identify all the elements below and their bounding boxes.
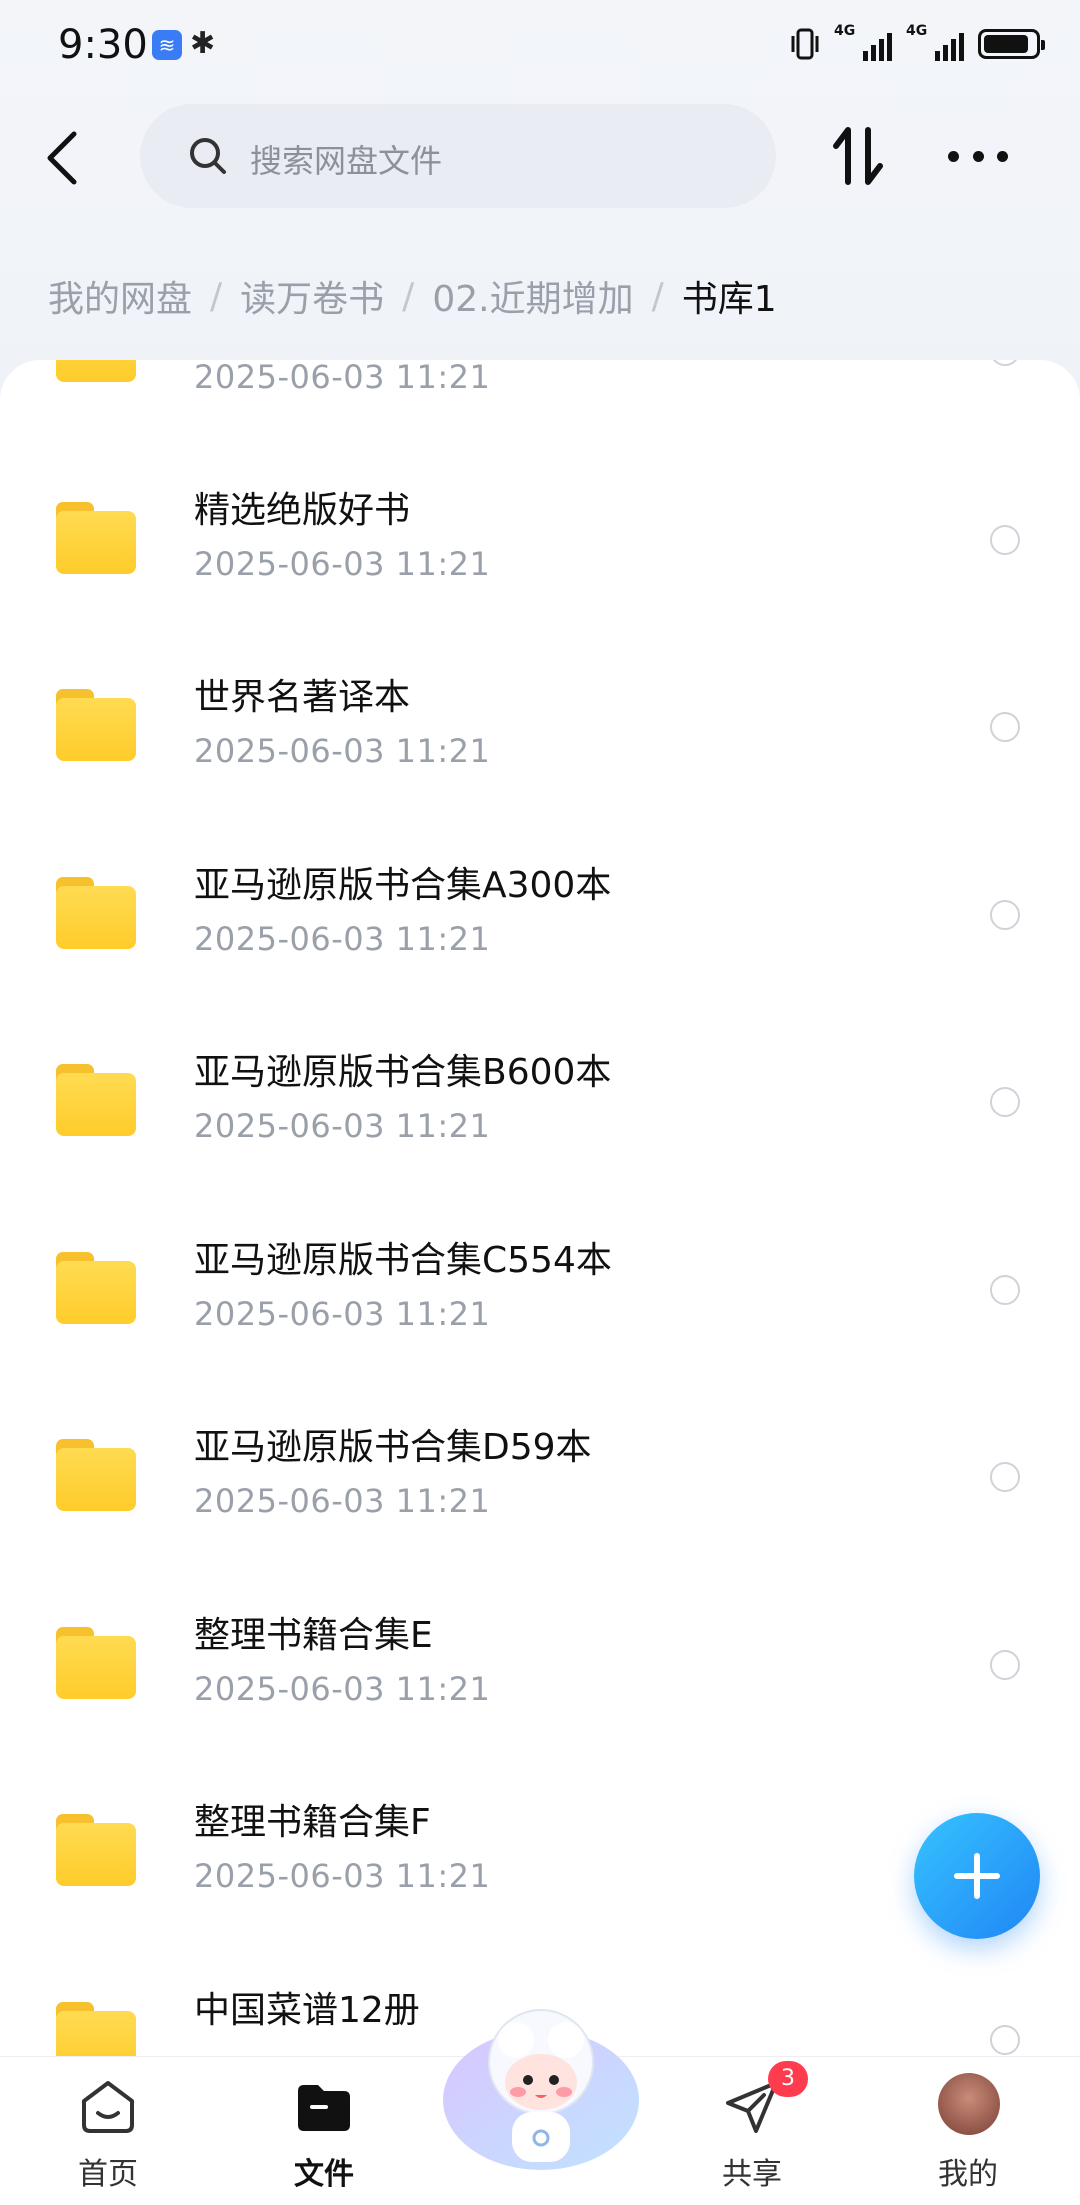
select-radio[interactable] <box>990 360 1020 366</box>
select-radio[interactable] <box>990 712 1020 742</box>
file-name: 亚马逊原版书合集B600本 <box>194 1052 612 1093</box>
tab-share[interactable]: 3 共享 <box>652 2057 852 2205</box>
select-radio[interactable] <box>990 525 1020 555</box>
breadcrumb-separator: / <box>651 275 664 317</box>
breadcrumb-separator: / <box>402 275 415 317</box>
select-radio[interactable] <box>990 1275 1020 1305</box>
folder-icon <box>56 360 136 382</box>
folder-icon <box>56 1439 136 1511</box>
file-date: 2025-06-03 11:21 <box>194 1107 491 1145</box>
search-icon <box>190 138 226 174</box>
select-radio[interactable] <box>990 1462 1020 1492</box>
sort-icon[interactable] <box>830 124 886 188</box>
file-name: 亚马逊原版书合集C554本 <box>194 1240 612 1281</box>
breadcrumb-item[interactable]: 02.近期增加 <box>432 270 633 322</box>
folder-icon <box>56 502 136 574</box>
breadcrumb-item[interactable]: 读万卷书 <box>240 270 384 322</box>
select-radio[interactable] <box>990 2025 1020 2055</box>
tab-home[interactable]: 首页 <box>8 2057 208 2205</box>
tab-label: 首页 <box>78 2157 138 2192</box>
search-input[interactable]: 搜索网盘文件 <box>140 104 776 208</box>
folder-icon <box>56 877 136 949</box>
folder-icon <box>56 2002 136 2056</box>
file-name: 整理书籍合集F <box>194 1802 431 1843</box>
vibrate-icon <box>791 28 819 60</box>
tab-files[interactable]: 文件 <box>224 2057 424 2205</box>
status-bar: 9:30 ≋ ✱ 4G 4G <box>0 0 1080 90</box>
file-list: 2025-06-03 11:21 精选绝版好书 2025-06-03 11:21… <box>0 360 1080 2056</box>
file-row[interactable]: 亚马逊原版书合集D59本 2025-06-03 11:21 <box>0 1382 1080 1569</box>
file-row[interactable]: 亚马逊原版书合集A300本 2025-06-03 11:21 <box>0 820 1080 1007</box>
breadcrumb-current: 书库1 <box>681 279 777 320</box>
file-date: 2025-06-03 11:21 <box>194 1482 491 1520</box>
file-row[interactable]: 2025-06-03 11:21 <box>0 360 1080 445</box>
tab-label: 我的 <box>938 2157 998 2192</box>
file-date: 2025-06-03 11:21 <box>194 920 491 958</box>
file-date: 2025-06-03 11:21 <box>194 1670 491 1708</box>
file-name: 亚马逊原版书合集D59本 <box>194 1427 592 1468</box>
folder-icon <box>56 1252 136 1324</box>
tab-label: 共享 <box>722 2157 782 2192</box>
file-date: 2025-06-03 11:21 <box>194 545 491 583</box>
breadcrumb: 我的网盘 / 读万卷书 / 02.近期增加 / 书库1 <box>48 270 777 322</box>
breadcrumb-separator: / <box>210 275 223 317</box>
file-name: 中国菜谱12册 <box>194 1990 420 2031</box>
folder-icon <box>298 2085 350 2131</box>
mascot-button[interactable] <box>438 2000 644 2190</box>
notification-badge: 3 <box>768 2061 808 2097</box>
file-name: 整理书籍合集E <box>194 1615 433 1656</box>
battery-icon <box>978 29 1045 59</box>
plus-icon <box>954 1853 1000 1899</box>
breadcrumb-item[interactable]: 我的网盘 <box>48 270 192 322</box>
file-row[interactable]: 世界名著译本 2025-06-03 11:21 <box>0 632 1080 819</box>
avatar <box>938 2073 1000 2135</box>
bluetooth-icon: ✱ <box>190 26 216 61</box>
back-arrow-icon[interactable] <box>40 128 84 188</box>
folder-icon <box>56 1814 136 1886</box>
search-placeholder: 搜索网盘文件 <box>250 142 443 180</box>
file-row[interactable]: 整理书籍合集E 2025-06-03 11:21 <box>0 1570 1080 1757</box>
wifi-icon: ≋ <box>152 30 182 60</box>
status-time: 9:30 <box>58 22 148 68</box>
tab-mine[interactable]: 我的 <box>868 2057 1068 2205</box>
select-radio[interactable] <box>990 1650 1020 1680</box>
signal-label: 4G <box>834 23 856 39</box>
select-radio[interactable] <box>990 900 1020 930</box>
folder-icon <box>56 1064 136 1136</box>
file-row[interactable]: 精选绝版好书 2025-06-03 11:21 <box>0 445 1080 632</box>
file-date: 2025-06-03 11:21 <box>194 1857 491 1895</box>
file-date: 2025-06-03 11:21 <box>194 360 491 396</box>
file-name: 精选绝版好书 <box>194 490 411 531</box>
signal-icon: 4G <box>834 23 892 61</box>
file-name: 世界名著译本 <box>194 677 411 718</box>
select-radio[interactable] <box>990 1087 1020 1117</box>
folder-icon <box>56 1627 136 1699</box>
file-name: 亚马逊原版书合集A300本 <box>194 865 612 906</box>
add-button[interactable] <box>914 1813 1040 1939</box>
tab-label: 文件 <box>294 2157 354 2192</box>
more-options-button[interactable] <box>948 146 1008 166</box>
file-date: 2025-06-03 11:21 <box>194 1295 491 1333</box>
folder-icon <box>56 689 136 761</box>
file-date: 2025-06-03 11:21 <box>194 732 491 770</box>
signal-icon: 4G <box>906 23 964 61</box>
home-icon <box>82 2081 134 2133</box>
signal-label: 4G <box>906 23 928 39</box>
file-row[interactable]: 亚马逊原版书合集B600本 2025-06-03 11:21 <box>0 1007 1080 1194</box>
file-row[interactable]: 亚马逊原版书合集C554本 2025-06-03 11:21 <box>0 1195 1080 1382</box>
